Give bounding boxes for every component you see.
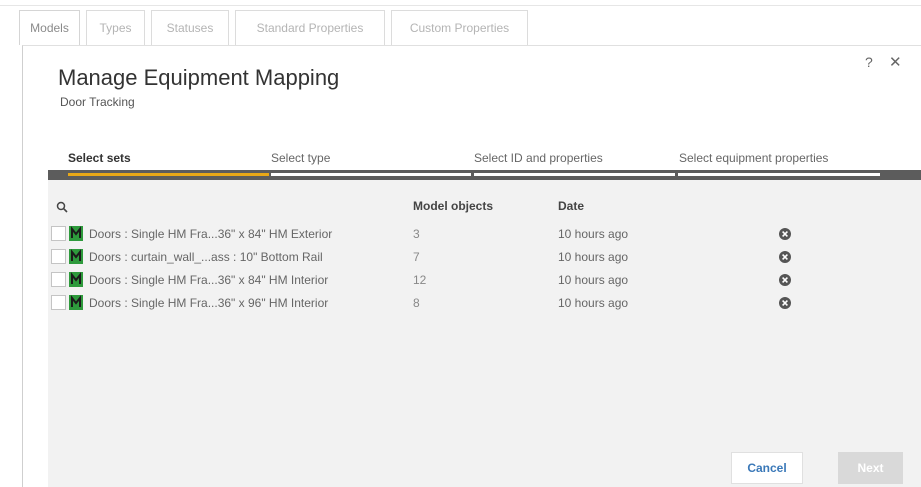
cancel-button[interactable]: Cancel — [731, 452, 803, 484]
column-header-date[interactable]: Date — [558, 199, 584, 213]
step-select-sets[interactable]: Select sets — [68, 151, 131, 165]
row-date: 10 hours ago — [558, 273, 629, 287]
remove-icon[interactable] — [778, 250, 792, 264]
step-select-type[interactable]: Select type — [271, 151, 330, 165]
progress-segment-select-id — [474, 173, 675, 176]
remove-icon[interactable] — [778, 227, 792, 241]
row-checkbox[interactable] — [51, 272, 66, 287]
row-model-objects: 8 — [413, 296, 420, 310]
tab-custom-properties[interactable]: Custom Properties — [391, 10, 528, 45]
row-checkbox[interactable] — [51, 249, 66, 264]
search-icon[interactable] — [56, 201, 68, 213]
row-name: Doors : curtain_wall_...ass : 10" Bottom… — [89, 250, 323, 264]
row-name: Doors : Single HM Fra...36" x 84" HM Ext… — [89, 227, 333, 241]
tab-models[interactable]: Models — [19, 10, 80, 45]
row-model-objects: 3 — [413, 227, 420, 241]
top-tab-bar: Models Types Statuses Standard Propertie… — [0, 0, 921, 46]
remove-icon[interactable] — [778, 273, 792, 287]
table-row[interactable]: Doors : curtain_wall_...ass : 10" Bottom… — [48, 246, 921, 269]
progress-segment-select-type — [271, 173, 471, 176]
tab-standard-properties[interactable]: Standard Properties — [235, 10, 385, 45]
model-file-icon — [69, 249, 83, 264]
progress-segment-equipment-properties — [678, 173, 880, 176]
table-row[interactable]: Doors : Single HM Fra...36" x 84" HM Int… — [48, 269, 921, 292]
row-model-objects: 12 — [413, 273, 427, 287]
tab-bar-divider — [0, 5, 921, 6]
row-model-objects: 7 — [413, 250, 420, 264]
row-name: Doors : Single HM Fra...36" x 96" HM Int… — [89, 296, 329, 310]
model-file-icon — [69, 226, 83, 241]
column-header-model-objects[interactable]: Model objects — [413, 199, 493, 213]
remove-icon[interactable] — [778, 296, 792, 310]
dialog-subtitle: Door Tracking — [60, 95, 135, 109]
table-row[interactable]: Doors : Single HM Fra...36" x 84" HM Ext… — [48, 223, 921, 246]
model-file-icon — [69, 295, 83, 310]
step-select-equipment-properties[interactable]: Select equipment properties — [679, 151, 828, 165]
row-date: 10 hours ago — [558, 227, 629, 241]
row-checkbox[interactable] — [51, 226, 66, 241]
manage-equipment-mapping-dialog: Manage Equipment Mapping Door Tracking ?… — [22, 45, 921, 487]
progress-segment-select-sets — [68, 173, 269, 176]
row-checkbox[interactable] — [51, 295, 66, 310]
help-icon[interactable]: ? — [865, 54, 873, 70]
tab-types[interactable]: Types — [86, 10, 145, 45]
row-date: 10 hours ago — [558, 250, 629, 264]
dialog-title: Manage Equipment Mapping — [58, 65, 340, 90]
row-date: 10 hours ago — [558, 296, 629, 310]
row-name: Doors : Single HM Fra...36" x 84" HM Int… — [89, 273, 329, 287]
wizard-progress-bar — [48, 170, 921, 180]
model-file-icon — [69, 272, 83, 287]
table-row[interactable]: Doors : Single HM Fra...36" x 96" HM Int… — [48, 292, 921, 315]
next-button[interactable]: Next — [838, 452, 903, 484]
step-select-id-properties[interactable]: Select ID and properties — [474, 151, 603, 165]
model-sets-table: Model objects Date Doors : Single HM Fra… — [48, 180, 921, 487]
tab-statuses[interactable]: Statuses — [151, 10, 229, 45]
close-icon[interactable]: ✕ — [889, 53, 902, 71]
